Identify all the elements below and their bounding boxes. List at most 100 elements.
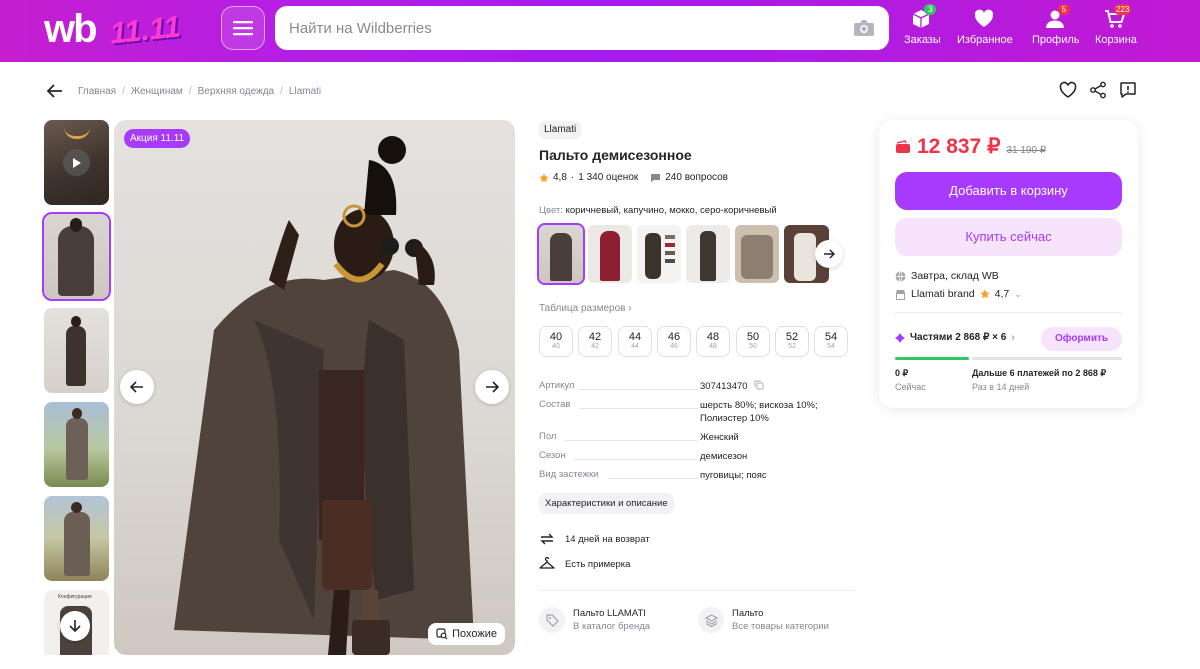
thumbnail-video[interactable] [44, 120, 109, 205]
camera-search-icon[interactable] [853, 18, 875, 38]
color-label: Цвет: [539, 205, 563, 216]
size-option[interactable]: 54 54 [814, 326, 848, 357]
chevron-down-icon[interactable]: ⌄ [1014, 289, 1022, 300]
feature-return: 14 дней на возврат [539, 532, 650, 546]
category-link[interactable]: Пальто Все товары категории [698, 607, 829, 633]
back-arrow-icon[interactable] [47, 84, 63, 98]
search-image-icon [436, 628, 448, 640]
size-eu: 48 [709, 343, 717, 350]
installments-row[interactable]: Частями 2 868 ₽ × 6 › [895, 332, 1015, 343]
thumbnail-image[interactable] [44, 402, 109, 487]
promo-badge: Акция 11.11 [124, 129, 191, 148]
size-table-link[interactable]: Таблица размеров › [539, 303, 632, 314]
feature-label: Есть примерка [565, 558, 631, 570]
share-icon[interactable] [1089, 81, 1107, 99]
next-image-button[interactable] [475, 370, 509, 404]
thumbnail-image[interactable]: Конфигурация [44, 590, 109, 655]
spec-value: 307413470 [700, 380, 860, 393]
breadcrumb-item[interactable]: Женщинам [131, 86, 183, 97]
wildberries-logo[interactable]: wb 11.11 [44, 6, 204, 56]
tag-icon [539, 607, 565, 633]
nav-cart[interactable]: 223 Корзина [1095, 4, 1137, 46]
spec-divider [574, 459, 698, 460]
size-ru: 48 [706, 331, 720, 343]
hamburger-icon [233, 21, 253, 36]
thumbnail-image[interactable] [44, 308, 109, 393]
logo-text: wb [44, 7, 98, 51]
product-main-image[interactable]: Акция 11.11 Похожие [114, 120, 515, 655]
seller-name[interactable]: Llamati brand [911, 288, 975, 300]
color-option[interactable] [637, 225, 681, 283]
report-icon[interactable] [1119, 81, 1137, 99]
size-option[interactable]: 52 52 [775, 326, 809, 357]
brand-catalog-link[interactable]: Пальто LLAMATI В каталог бренда [539, 607, 650, 633]
spec-key: Пол [539, 431, 557, 442]
size-option[interactable]: 44 44 [618, 326, 652, 357]
play-icon[interactable] [63, 149, 90, 176]
reviews-link[interactable]: 1 340 оценок [578, 172, 638, 183]
menu-button[interactable] [221, 6, 265, 50]
breadcrumb-item[interactable]: Llamati [289, 86, 321, 97]
nav-favorites[interactable]: Избранное [957, 8, 1013, 46]
breadcrumb-item[interactable]: Верхняя одежда [198, 86, 275, 97]
search-input[interactable] [289, 6, 829, 50]
star-icon [980, 289, 990, 299]
coat-shape [66, 418, 88, 480]
thumbnail-image[interactable] [42, 212, 111, 301]
nav-orders[interactable]: 3 Заказы [904, 4, 941, 46]
color-option[interactable] [735, 225, 779, 283]
checkout-installments-button[interactable]: Оформить [1041, 327, 1122, 351]
colors-next-button[interactable] [815, 240, 843, 268]
orders-icon-wrap: 3 [910, 4, 937, 30]
price-row: 12 837 ₽ 31 190 ₽ [895, 134, 1046, 159]
seller-info[interactable]: Llamati brand 4,7 ⌄ [895, 288, 1022, 300]
chevron-right-icon: › [628, 303, 632, 314]
prev-image-button[interactable] [120, 370, 154, 404]
link-subtitle: Все товары категории [732, 621, 829, 632]
color-option[interactable] [686, 225, 730, 283]
head-shape [71, 502, 82, 513]
color-option[interactable] [537, 223, 585, 285]
size-eu: 42 [591, 343, 599, 350]
brand-chip[interactable]: Llamati [539, 121, 582, 139]
color-option[interactable] [588, 225, 632, 283]
rating-value: 4,8 [553, 172, 567, 183]
questions-link[interactable]: 240 вопросов [665, 172, 728, 183]
size-option[interactable]: 50 50 [736, 326, 770, 357]
spec-key: Артикул [539, 380, 575, 391]
buy-now-button[interactable]: Купить сейчас [895, 218, 1122, 256]
installment-progress-paid [895, 357, 969, 360]
characteristics-button[interactable]: Характеристики и описание [539, 493, 674, 514]
return-arrows-icon [540, 533, 554, 545]
size-eu: 50 [749, 343, 757, 350]
spec-key: Состав [539, 399, 571, 410]
spec-divider [579, 408, 698, 409]
nav-label-cart: Корзина [1095, 34, 1137, 46]
pay-now-label: Сейчас [895, 382, 926, 392]
head-shape [70, 218, 82, 232]
spec-divider [564, 440, 698, 441]
arrow-down-icon [69, 620, 81, 633]
copy-icon[interactable] [754, 380, 764, 390]
installment-progress-remaining [972, 357, 1122, 360]
spec-key: Сезон [539, 450, 566, 461]
profile-icon-wrap: 5 [1044, 4, 1070, 30]
shop-icon [896, 289, 905, 300]
add-to-cart-button[interactable]: Добавить в корзину [895, 172, 1122, 210]
buy-box-divider [895, 312, 1122, 313]
thumbnail-image[interactable] [44, 496, 109, 581]
size-ru: 52 [785, 331, 799, 343]
size-option[interactable]: 40 40 [539, 326, 573, 357]
scroll-down-button[interactable] [60, 611, 90, 641]
favorite-heart-icon[interactable] [1059, 81, 1077, 99]
size-ru: 50 [746, 331, 760, 343]
size-option[interactable]: 42 42 [578, 326, 612, 357]
feature-label: 14 дней на возврат [565, 533, 650, 545]
breadcrumb-item[interactable]: Главная [78, 86, 116, 97]
seller-rating: 4,7 [994, 288, 1010, 300]
similar-button[interactable]: Похожие [428, 623, 505, 645]
size-option[interactable]: 48 48 [696, 326, 730, 357]
size-option[interactable]: 46 46 [657, 326, 691, 357]
size-table-label: Таблица размеров [539, 303, 626, 314]
nav-profile[interactable]: 5 Профиль [1032, 4, 1080, 46]
